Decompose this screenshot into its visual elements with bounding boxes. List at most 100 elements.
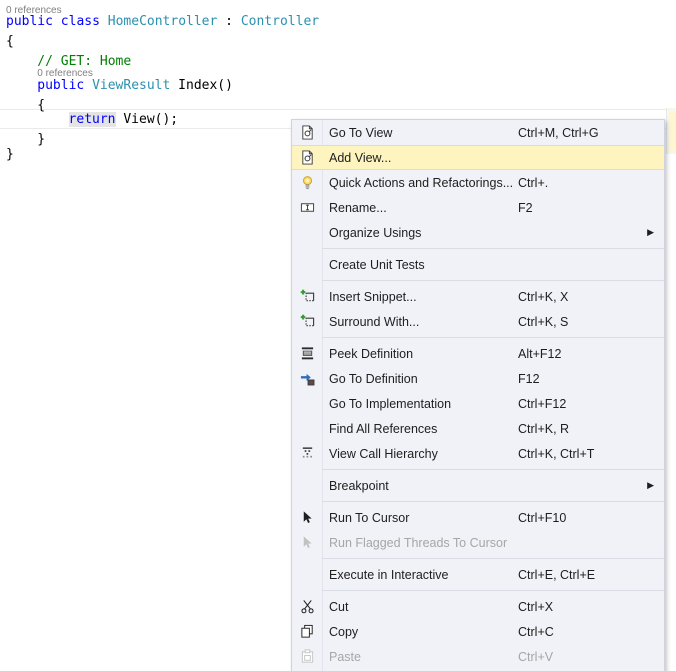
menu-item-shortcut: Ctrl+V xyxy=(518,649,554,664)
copy-icon xyxy=(300,624,315,639)
menu-item-peek-definition[interactable]: Peek Definition Alt+F12 xyxy=(292,341,664,366)
menu-item-go-to-definition[interactable]: Go To Definition F12 xyxy=(292,366,664,391)
code-token: Controller xyxy=(240,14,320,29)
peek-definition-icon xyxy=(300,346,315,361)
menu-item-create-unit-tests[interactable]: Create Unit Tests xyxy=(292,252,664,277)
code-line: return View(); xyxy=(68,110,179,130)
cursor-arrow-icon xyxy=(300,510,315,525)
menu-item-icon-slot xyxy=(292,473,322,498)
menu-item-label: Peek Definition xyxy=(329,346,414,361)
code-token: return xyxy=(68,112,116,127)
menu-item-label: Go To Implementation xyxy=(329,396,452,411)
editor-context-menu[interactable]: Go To View Ctrl+M, Ctrl+G Add View... Quick… xyxy=(291,119,665,671)
menu-item-surround-with[interactable]: Surround With... Ctrl+K, S xyxy=(292,309,664,334)
menu-item-add-view[interactable]: Add View... xyxy=(292,145,664,170)
menu-item-cut[interactable]: Cut Ctrl+X xyxy=(292,594,664,619)
scissors-icon xyxy=(300,599,315,614)
code-token: { xyxy=(6,34,14,49)
menu-item-quick-actions-and-refactorings[interactable]: Quick Actions and Refactorings... Ctrl+. xyxy=(292,170,664,195)
menu-separator xyxy=(322,558,664,559)
menu-item-label: Breakpoint xyxy=(329,478,389,493)
code-token: : xyxy=(217,14,241,29)
insert-snippet-icon xyxy=(300,289,315,304)
menu-item-organize-usings[interactable]: Organize Usings ▶ xyxy=(292,220,664,245)
menu-item-icon-slot xyxy=(292,220,322,245)
menu-item-go-to-implementation[interactable]: Go To Implementation Ctrl+F12 xyxy=(292,391,664,416)
menu-item-icon-slot xyxy=(292,341,322,366)
menu-item-label: Surround With... xyxy=(329,314,420,329)
code-line: public class HomeController : Controller xyxy=(6,12,319,32)
rename-icon xyxy=(300,200,315,215)
menu-item-label: Paste xyxy=(329,649,361,664)
menu-item-label: Organize Usings xyxy=(329,225,422,240)
code-token: { xyxy=(37,98,46,113)
code-token: class xyxy=(60,14,108,29)
code-token: View(); xyxy=(115,112,179,127)
menu-item-copy[interactable]: Copy Ctrl+C xyxy=(292,619,664,644)
menu-item-go-to-view[interactable]: Go To View Ctrl+M, Ctrl+G xyxy=(292,120,664,145)
menu-item-shortcut: Ctrl+K, Ctrl+T xyxy=(518,446,595,461)
menu-item-shortcut: Ctrl+E, Ctrl+E xyxy=(518,567,596,582)
menu-item-shortcut: Ctrl+F10 xyxy=(518,510,567,525)
menu-item-label: Insert Snippet... xyxy=(329,289,417,304)
menu-separator xyxy=(322,248,664,249)
menu-separator xyxy=(322,280,664,281)
menu-item-shortcut: Ctrl+M, Ctrl+G xyxy=(518,125,599,140)
code-line: } xyxy=(6,145,14,165)
menu-item-find-all-references[interactable]: Find All References Ctrl+K, R xyxy=(292,416,664,441)
menu-item-icon-slot xyxy=(292,619,322,644)
code-token: public xyxy=(37,78,93,93)
menu-separator xyxy=(322,469,664,470)
menu-item-shortcut: F12 xyxy=(518,371,540,386)
menu-item-label: Run To Cursor xyxy=(329,510,410,525)
menu-item-icon-slot xyxy=(292,441,322,466)
menu-item-label: Copy xyxy=(329,624,359,639)
menu-item-icon-slot xyxy=(292,145,322,170)
menu-item-shortcut: Ctrl+K, R xyxy=(518,421,570,436)
menu-separator xyxy=(322,337,664,338)
no-icon xyxy=(299,396,315,412)
menu-item-icon-slot xyxy=(292,170,322,195)
code-token: HomeController xyxy=(107,14,218,29)
menu-item-icon-slot xyxy=(292,594,322,619)
menu-separator xyxy=(322,590,664,591)
call-hierarchy-icon xyxy=(300,446,315,461)
menu-item-label: Find All References xyxy=(329,421,438,436)
menu-item-label: Go To Definition xyxy=(329,371,418,386)
menu-item-shortcut: F2 xyxy=(518,200,533,215)
menu-item-execute-in-interactive[interactable]: Execute in Interactive Ctrl+E, Ctrl+E xyxy=(292,562,664,587)
menu-item-run-flagged-threads-to-cursor: Run Flagged Threads To Cursor xyxy=(292,530,664,555)
code-token: } xyxy=(6,147,14,162)
menu-item-view-call-hierarchy[interactable]: View Call Hierarchy Ctrl+K, Ctrl+T xyxy=(292,441,664,466)
menu-item-insert-snippet[interactable]: Insert Snippet... Ctrl+K, X xyxy=(292,284,664,309)
menu-item-icon-slot xyxy=(292,284,322,309)
menu-item-run-to-cursor[interactable]: Run To Cursor Ctrl+F10 xyxy=(292,505,664,530)
code-line: public ViewResult Index() xyxy=(37,76,233,96)
menu-item-icon-slot xyxy=(292,252,322,277)
menu-item-shortcut: Ctrl+K, X xyxy=(518,289,569,304)
editor-scrollbar-thumb[interactable] xyxy=(669,112,675,152)
code-token: ViewResult xyxy=(92,78,171,93)
menu-item-breakpoint[interactable]: Breakpoint ▶ xyxy=(292,473,664,498)
menu-item-icon-slot xyxy=(292,416,322,441)
code-token: } xyxy=(37,132,46,147)
menu-item-label: Create Unit Tests xyxy=(329,257,425,272)
code-line: { xyxy=(6,32,14,52)
menu-item-icon-slot xyxy=(292,195,322,220)
view-page-icon xyxy=(300,125,315,140)
menu-item-rename[interactable]: Rename... F2 xyxy=(292,195,664,220)
cursor-arrow-disabled-icon xyxy=(300,535,315,550)
no-icon xyxy=(299,225,315,241)
menu-item-icon-slot xyxy=(292,562,322,587)
add-view-page-icon xyxy=(300,150,315,165)
menu-item-label: Quick Actions and Refactorings... xyxy=(329,175,514,190)
menu-item-shortcut: Ctrl+. xyxy=(518,175,549,190)
menu-item-icon-slot xyxy=(292,366,322,391)
no-icon xyxy=(299,421,315,437)
menu-item-label: Cut xyxy=(329,599,349,614)
menu-item-shortcut: Ctrl+K, S xyxy=(518,314,569,329)
menu-item-paste: Paste Ctrl+V xyxy=(292,644,664,669)
lightbulb-icon xyxy=(300,175,315,190)
menu-item-label: Go To View xyxy=(329,125,393,140)
menu-item-icon-slot xyxy=(292,391,322,416)
